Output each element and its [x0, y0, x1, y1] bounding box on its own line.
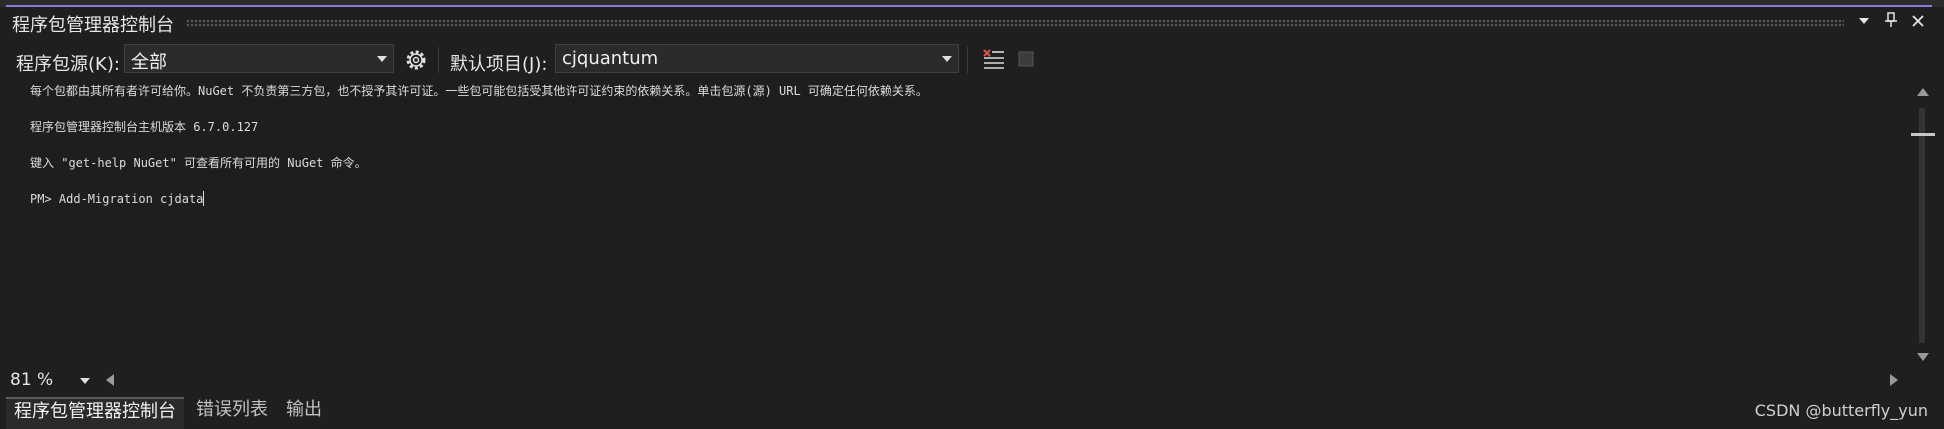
console-command: PM> Add-Migration cjdata: [30, 192, 204, 206]
scroll-left-icon[interactable]: [106, 374, 114, 386]
default-project-value: cjquantum: [562, 48, 659, 69]
panel-title: 程序包管理器控制台: [12, 15, 174, 36]
tab-error-list[interactable]: 错误列表: [196, 397, 268, 427]
zoom-dropdown[interactable]: 81 %: [6, 369, 96, 391]
window-position-button[interactable]: [1852, 12, 1876, 34]
close-button[interactable]: [1906, 12, 1930, 34]
zoom-row: 81 %: [0, 367, 1944, 393]
default-project-label: 默认项目(J):: [450, 54, 548, 75]
default-project-dropdown[interactable]: cjquantum: [555, 44, 959, 73]
tab-output[interactable]: 输出: [286, 397, 322, 427]
toolbar-separator: [438, 47, 439, 73]
tab-package-manager-console[interactable]: 程序包管理器控制台: [6, 397, 184, 429]
scroll-down-icon[interactable]: [1917, 353, 1929, 361]
scroll-right-icon[interactable]: [1890, 374, 1898, 386]
console-prompt-line[interactable]: PM> Add-Migration cjdata: [30, 191, 205, 206]
console-toolbar: 程序包源(K): 全部 默认项目(J): cjquantum: [0, 39, 1944, 80]
clear-console-icon: [983, 49, 1004, 69]
package-source-label: 程序包源(K):: [16, 54, 120, 75]
text-cursor: [203, 191, 205, 206]
chevron-down-icon: [1859, 18, 1869, 24]
scrollbar-thumb[interactable]: [1919, 108, 1925, 343]
console-output[interactable]: 每个包都由其所有者许可给你。NuGet 不负责第三方包，也不授予其许可证。一些包…: [6, 80, 1908, 367]
watermark-text: CSDN @butterfly_yun: [1754, 401, 1928, 420]
chevron-down-icon: [80, 378, 90, 384]
close-icon: [1912, 15, 1924, 27]
chevron-down-icon: [377, 56, 387, 62]
scroll-position-marker: [1911, 133, 1935, 136]
window-top-edge: [0, 0, 1944, 7]
title-drag-grip[interactable]: [186, 19, 1844, 28]
stop-button[interactable]: [1018, 51, 1034, 67]
pin-icon: [1885, 12, 1897, 27]
console-line: 每个包都由其所有者许可给你。NuGet 不负责第三方包，也不授予其许可证。一些包…: [30, 84, 928, 98]
pin-button[interactable]: [1879, 12, 1903, 34]
zoom-value: 81 %: [10, 370, 54, 390]
stop-icon: [1018, 51, 1034, 67]
toolbar-separator: [967, 47, 968, 73]
package-source-dropdown[interactable]: 全部: [124, 44, 394, 73]
clear-console-button[interactable]: [981, 47, 1007, 73]
gear-icon: [406, 50, 426, 70]
package-source-value: 全部: [131, 52, 167, 73]
scroll-up-icon[interactable]: [1917, 88, 1929, 96]
panel-title-bar: 程序包管理器控制台: [0, 7, 1944, 39]
chevron-down-icon: [942, 56, 952, 62]
console-line: 程序包管理器控制台主机版本 6.7.0.127: [30, 120, 259, 134]
vertical-scrollbar[interactable]: [1908, 80, 1938, 367]
panel-tab-strip: 程序包管理器控制台 错误列表 输出 CSDN @butterfly_yun: [0, 393, 1944, 429]
console-line: 键入 "get-help NuGet" 可查看所有可用的 NuGet 命令。: [30, 156, 367, 170]
settings-button[interactable]: [403, 47, 429, 73]
